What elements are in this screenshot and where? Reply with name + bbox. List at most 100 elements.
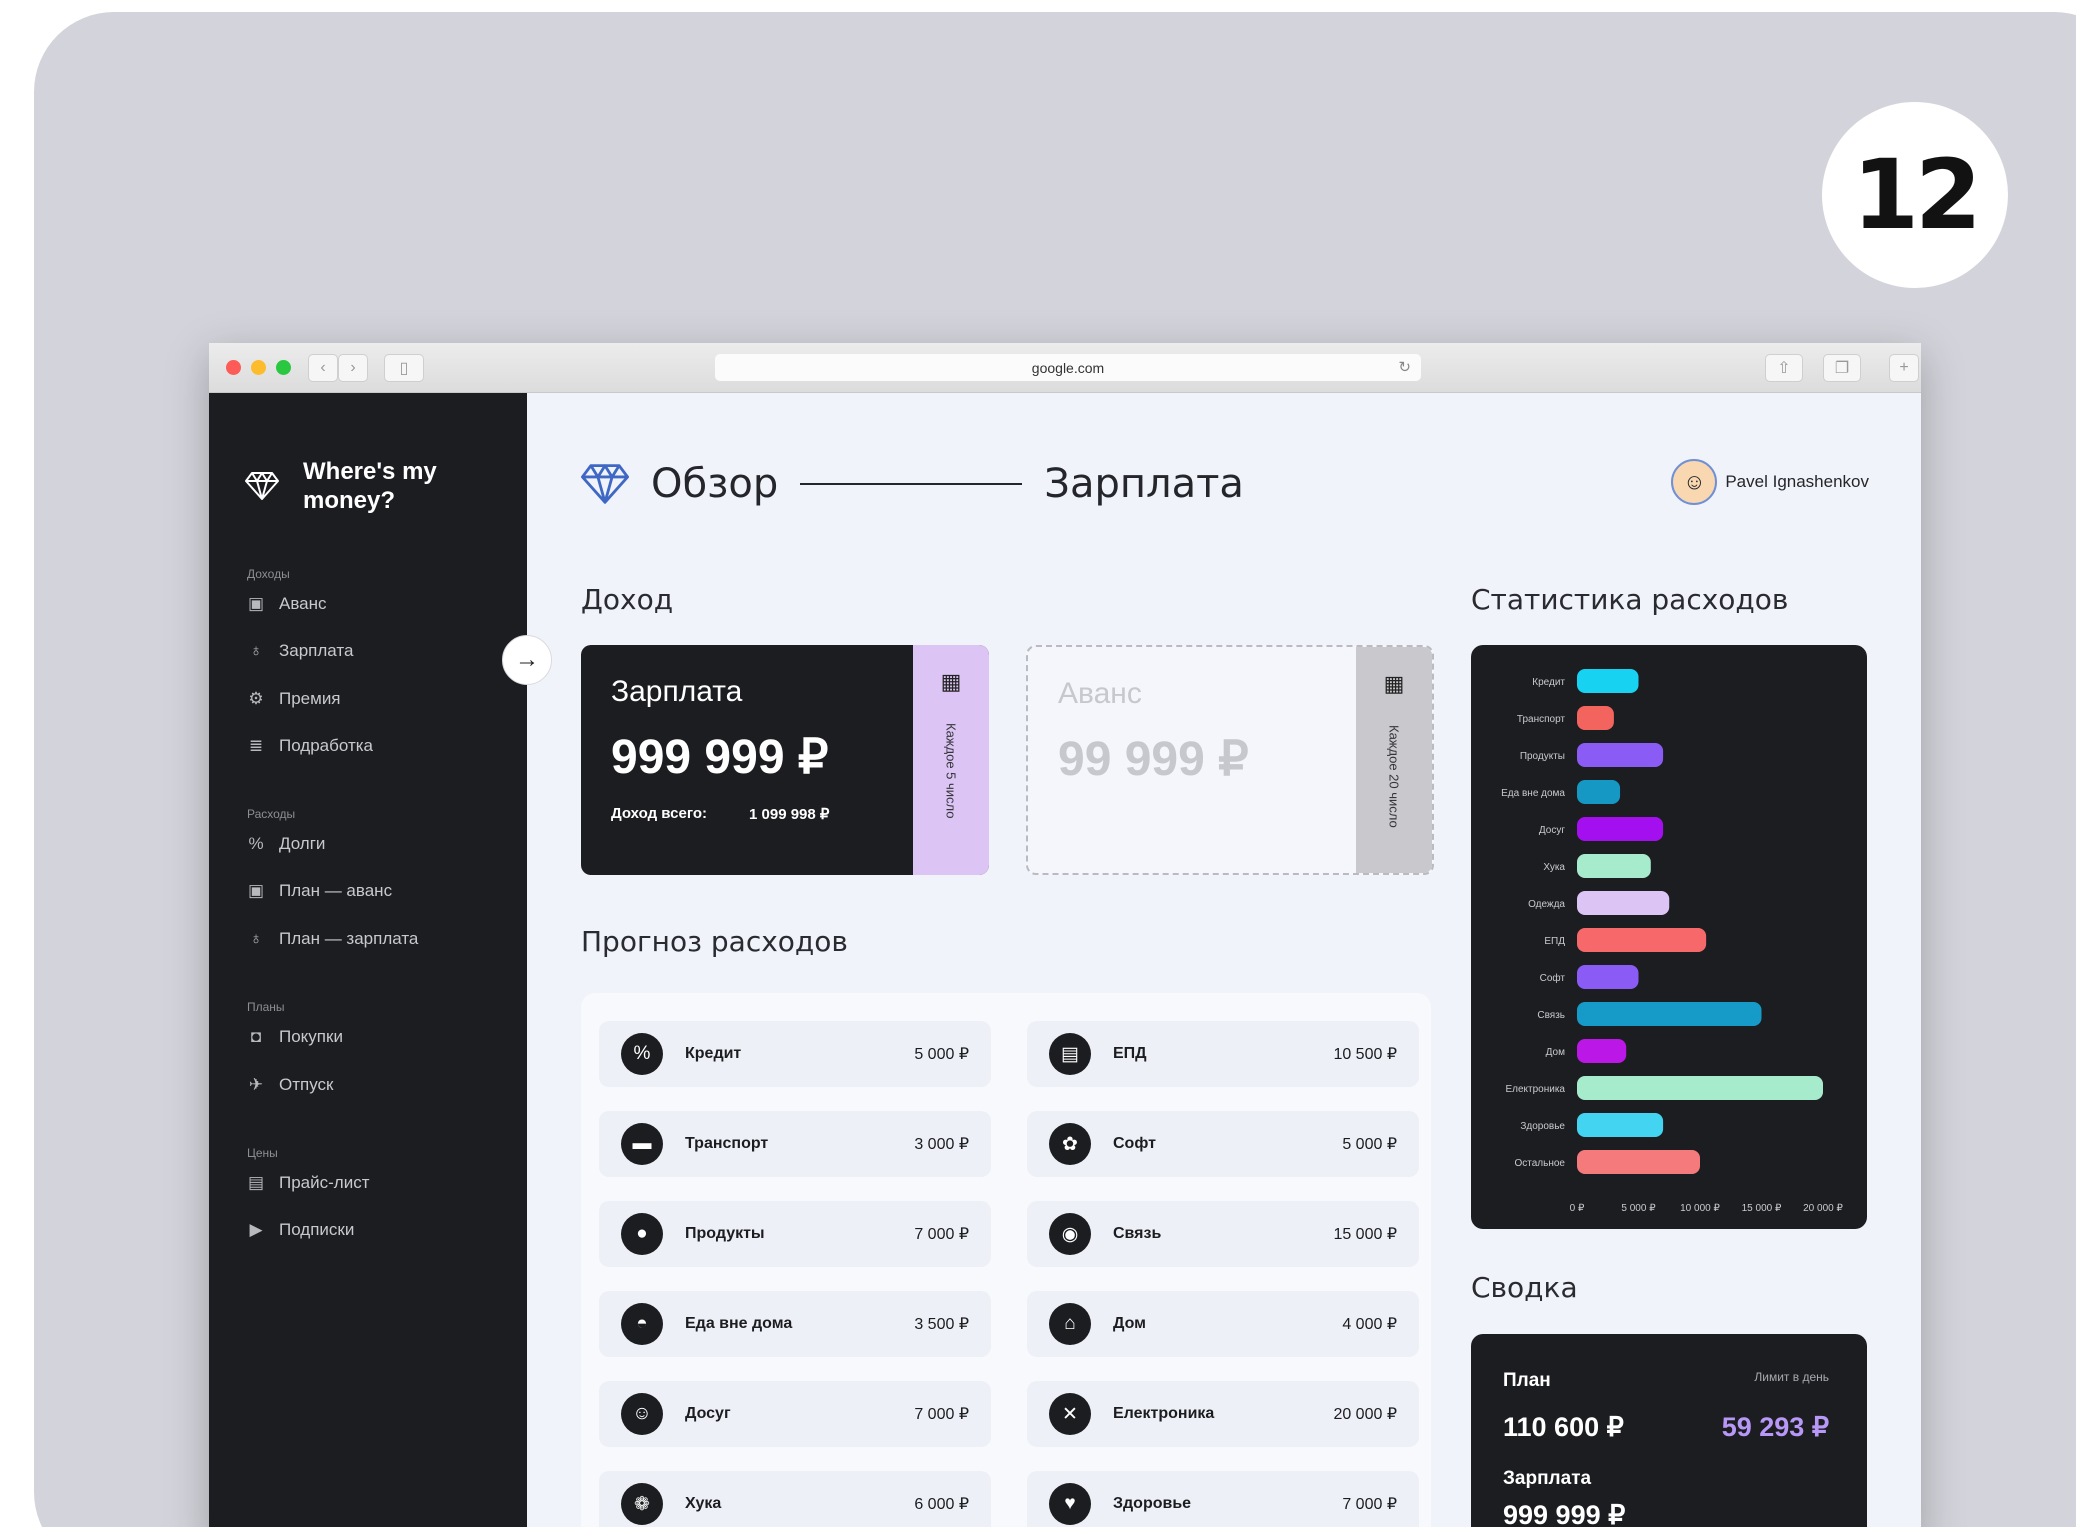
sidebar-item-label: Прайс-лист: [279, 1173, 370, 1192]
forecast-item-health[interactable]: ♥ Здоровье 7 000 ₽: [1027, 1471, 1419, 1527]
forecast-item-software[interactable]: ✿ Софт 5 000 ₽: [1027, 1111, 1419, 1177]
sidebar-item-debts[interactable]: % Долги: [245, 833, 325, 855]
summary-section-title: Сводка: [1471, 1271, 1578, 1304]
sidebar-toggle-button[interactable]: ▯: [384, 354, 424, 382]
forecast-item-value: 3 000 ₽: [914, 1136, 969, 1153]
summary-plan-value: 110 600 ₽: [1503, 1412, 1624, 1442]
chart-bar[interactable]: [1577, 1039, 1627, 1063]
chevron-left-icon: ‹: [320, 359, 326, 376]
chart-bar[interactable]: [1577, 743, 1664, 767]
salary-schedule: Каждое 5 число: [943, 723, 959, 819]
forecast-item-leisure[interactable]: ☺ Досуг 7 000 ₽: [599, 1381, 991, 1447]
forecast-item-pet[interactable]: ❁ Хука 6 000 ₽: [599, 1471, 991, 1527]
chart-bar[interactable]: [1577, 1076, 1823, 1100]
chart-bar[interactable]: [1577, 965, 1639, 989]
chart-category-label: ЕПД: [1544, 936, 1565, 947]
maximize-window-button[interactable]: [276, 360, 291, 375]
chart-bar[interactable]: [1577, 1150, 1700, 1174]
plus-icon: +: [1899, 359, 1909, 376]
target-icon: ◉: [1049, 1213, 1091, 1255]
sidebar-item-label: Подписки: [279, 1220, 355, 1239]
money-bag-icon: ♁: [249, 641, 263, 660]
forecast-item-value: 7 000 ₽: [914, 1406, 969, 1423]
browser-titlebar: ‹ › ▯ google.com ↻ ⇧ ❐ +: [209, 343, 1921, 393]
sidebar-item-label: Зарплата: [279, 641, 354, 660]
forecast-item-eating-out[interactable]: ◓ Еда вне дома 3 500 ₽: [599, 1291, 991, 1357]
forecast-item-electronics[interactable]: ✕ Електроника 20 000 ₽: [1027, 1381, 1419, 1447]
flower-icon: ✿: [1049, 1123, 1091, 1165]
chart-bar[interactable]: [1577, 669, 1639, 693]
forecast-item-name: ЕПД: [1113, 1045, 1147, 1062]
forecast-item-name: Досуг: [685, 1405, 731, 1422]
summary-limit-label: Лимит в день: [1754, 1370, 1829, 1384]
sidebar-item-advance[interactable]: ▣ Аванс: [245, 593, 327, 615]
income-section-title: Доход: [581, 583, 674, 616]
summary-limit-value: 59 293 ₽: [1721, 1412, 1829, 1442]
banknote-icon: ▣: [247, 881, 265, 900]
sidebar-item-purchases[interactable]: ◘ Покупки: [245, 1026, 343, 1048]
chart-bar[interactable]: [1577, 854, 1651, 878]
home-icon: ⌂: [1049, 1303, 1091, 1345]
sidebar-item-side-job[interactable]: ≣ Подработка: [245, 735, 373, 757]
summary-card: План Лимит в день 110 600 ₽ 59 293 ₽ Зар…: [1471, 1334, 1867, 1527]
forecast-item-credit[interactable]: % Кредит 5 000 ₽: [599, 1021, 991, 1087]
page-title: Обзор: [651, 461, 779, 507]
forecast-item-name: Кредит: [685, 1045, 742, 1062]
share-icon: ⇧: [1777, 360, 1791, 377]
forecast-item-value: 10 500 ₽: [1333, 1046, 1397, 1063]
smile-icon: ☺: [621, 1393, 663, 1435]
salary-card-stub: ▦ Каждое 5 число: [913, 645, 989, 875]
forecast-item-home[interactable]: ⌂ Дом 4 000 ₽: [1027, 1291, 1419, 1357]
sidebar-item-subscriptions[interactable]: ▶ Подписки: [245, 1219, 354, 1241]
stats-section-title: Статистика расходов: [1471, 583, 1789, 616]
sidebar-item-plan-advance[interactable]: ▣ План — аванс: [245, 880, 392, 902]
forecast-item-connection[interactable]: ◉ Связь 15 000 ₽: [1027, 1201, 1419, 1267]
forecast-item-utilities[interactable]: ▤ ЕПД 10 500 ₽: [1027, 1021, 1419, 1087]
chart-bar[interactable]: [1577, 1002, 1762, 1026]
chart-bar[interactable]: [1577, 928, 1707, 952]
user-profile[interactable]: ☺ Pavel Ignashenkov: [1671, 459, 1869, 505]
url-text: google.com: [1031, 359, 1105, 376]
sidebar-section-prices: Цены: [247, 1146, 278, 1160]
salary-total-label: Доход всего:: [611, 805, 708, 822]
close-window-button[interactable]: [226, 360, 241, 375]
chip-icon: ✕: [1049, 1393, 1091, 1435]
minimize-window-button[interactable]: [251, 360, 266, 375]
forecast-item-name: Транспорт: [685, 1135, 769, 1152]
forward-button[interactable]: ›: [338, 354, 368, 382]
chart-bar[interactable]: [1577, 780, 1621, 804]
tabs-button[interactable]: ❐: [1823, 354, 1861, 382]
advance-card[interactable]: Аванс 99 999 ₽ ▦ Каждое 20 число: [1026, 645, 1434, 875]
forecast-item-products[interactable]: ● Продукты 7 000 ₽: [599, 1201, 991, 1267]
chart-tick-label: 10 000 ₽: [1680, 1203, 1720, 1214]
chart-bar[interactable]: [1577, 1113, 1664, 1137]
salary-card-title: Зарплата: [611, 675, 743, 708]
reload-icon[interactable]: ↻: [1398, 358, 1411, 376]
play-icon: ▶: [249, 1220, 263, 1239]
sidebar-item-salary[interactable]: ♁ Зарплата: [245, 640, 354, 662]
forecast-item-value: 7 000 ₽: [914, 1226, 969, 1243]
sidebar-item-plan-salary[interactable]: ♁ План — зарплата: [245, 928, 419, 950]
chart-bar[interactable]: [1577, 891, 1670, 915]
forecast-item-name: Связь: [1113, 1225, 1162, 1242]
calendar-icon[interactable]: ▦: [1384, 671, 1405, 697]
forecast-item-value: 5 000 ₽: [1342, 1136, 1397, 1153]
chart-tick-label: 0 ₽: [1570, 1203, 1585, 1214]
forecast-item-name: Хука: [685, 1495, 722, 1512]
back-button[interactable]: ‹: [308, 354, 338, 382]
address-bar[interactable]: google.com ↻: [715, 354, 1421, 381]
new-tab-button[interactable]: +: [1889, 354, 1919, 382]
share-button[interactable]: ⇧: [1765, 354, 1803, 382]
brand[interactable]: Where's my money?: [245, 457, 453, 515]
expand-sidebar-button[interactable]: →: [502, 635, 552, 685]
sidebar-item-vacation[interactable]: ✈ Отпуск: [245, 1074, 334, 1096]
advance-card-stub: ▦ Каждое 20 число: [1356, 647, 1432, 873]
expense-bar-chart: Кредит Транспорт Продукты Еда вне дома Досуг…: [1501, 669, 1843, 1214]
calendar-icon[interactable]: ▦: [941, 669, 962, 695]
sidebar-item-price-list[interactable]: ▤ Прайс-лист: [245, 1172, 370, 1194]
sidebar-item-bonus[interactable]: ⚙ Премия: [245, 688, 340, 710]
salary-card[interactable]: Зарплата 999 999 ₽ Доход всего: 1 099 99…: [581, 645, 989, 875]
chart-bar[interactable]: [1577, 817, 1664, 841]
chart-bar[interactable]: [1577, 706, 1614, 730]
forecast-item-transport[interactable]: ▬ Транспорт 3 000 ₽: [599, 1111, 991, 1177]
